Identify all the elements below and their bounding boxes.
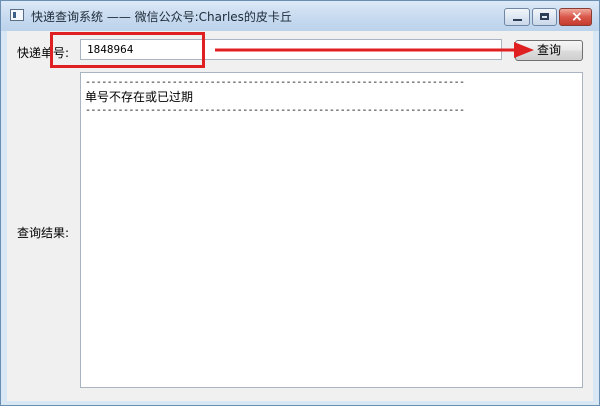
maximize-button[interactable] [532,8,557,26]
tracking-number-label: 快递单号: [17,46,70,60]
close-button[interactable]: × [559,8,592,26]
result-separator-top: ----------------------------------------… [85,77,465,88]
result-separator-bottom: ----------------------------------------… [85,105,465,116]
tracking-number-input[interactable]: 1848964 [80,39,502,60]
maximize-icon [540,13,549,20]
app-window-icon [10,9,24,21]
title-bar[interactable]: 快递查询系统 —— 微信公众号:Charles的皮卡丘 × [1,1,599,31]
app-window: 快递查询系统 —— 微信公众号:Charles的皮卡丘 × 快递单号: 1848… [0,0,600,406]
close-icon: × [571,9,583,25]
result-message: 单号不存在或已过期 [85,90,194,104]
client-area: 快递单号: 1848964 查询 查询结果: -----------------… [7,31,593,401]
minimize-icon [513,19,522,21]
window-title: 快递查询系统 —— 微信公众号:Charles的皮卡丘 [31,10,292,24]
query-result-textarea[interactable]: ----------------------------------------… [80,72,583,388]
query-button[interactable]: 查询 [515,40,583,61]
query-result-label: 查询结果: [17,226,70,240]
minimize-button[interactable] [504,8,530,26]
